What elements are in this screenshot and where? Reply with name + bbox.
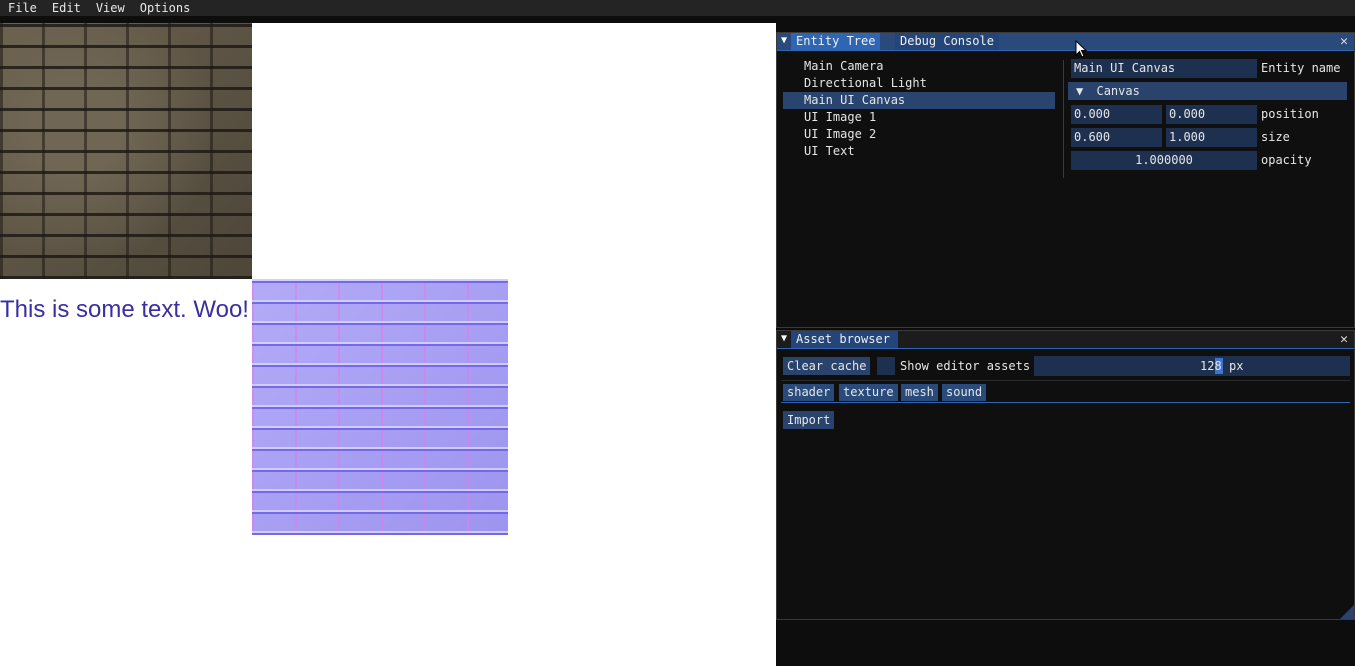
entity-name-field[interactable]: Main UI Canvas (1071, 59, 1257, 78)
collapse-arrow-icon[interactable]: ▼ (781, 35, 787, 46)
tab-texture[interactable]: texture (839, 384, 898, 401)
panel-divider[interactable] (1063, 60, 1064, 178)
entity-tree-panel: ▼ Entity Tree Debug Console ✕ Main Camer… (776, 32, 1355, 328)
close-icon[interactable]: ✕ (1340, 33, 1348, 50)
entity-tree: Main Camera Directional Light Main UI Ca… (783, 58, 1055, 160)
position-label: position (1261, 107, 1319, 121)
menu-view[interactable]: View (88, 0, 132, 16)
menu-edit[interactable]: Edit (44, 0, 88, 16)
opacity-field[interactable]: 1.000000 (1071, 151, 1257, 170)
entity-panel-titlebar[interactable]: ▼ Entity Tree Debug Console ✕ (777, 33, 1354, 51)
scene-viewport[interactable]: This is some text. Woo! (0, 23, 776, 666)
tab-entity-tree[interactable]: Entity Tree (791, 33, 881, 50)
menu-file[interactable]: File (0, 0, 44, 16)
clear-cache-button[interactable]: Clear cache (783, 357, 871, 375)
tree-item-main-ui-canvas[interactable]: Main UI Canvas (783, 92, 1055, 109)
show-editor-assets-checkbox[interactable] (877, 357, 895, 375)
asset-browser-panel: ▼ Asset browser ✕ Clear cache Show edito… (776, 330, 1355, 620)
ui-text: This is some text. Woo! (0, 296, 249, 323)
separator (781, 380, 1350, 381)
tab-debug-console[interactable]: Debug Console (895, 33, 999, 50)
tab-underline (781, 402, 1350, 403)
ui-image-stone-texture (0, 23, 252, 279)
tab-asset-browser[interactable]: Asset browser (791, 331, 898, 348)
thumbnail-size-unit: px (1229, 359, 1244, 373)
size-x-field[interactable]: 0.600 (1071, 128, 1162, 147)
tab-shader[interactable]: shader (783, 384, 835, 401)
tab-mesh[interactable]: mesh (901, 384, 938, 401)
tab-sound[interactable]: sound (942, 384, 987, 401)
triangle-down-icon: ▼ (1076, 84, 1084, 98)
position-y-field[interactable]: 0.000 (1166, 105, 1257, 124)
import-button[interactable]: Import (783, 411, 835, 429)
thumbnail-size-value: 128 (1200, 359, 1222, 373)
tree-item-ui-text[interactable]: UI Text (783, 143, 1055, 160)
canvas-section-header[interactable]: ▼ Canvas (1068, 82, 1347, 100)
size-label: size (1261, 130, 1290, 144)
menu-options[interactable]: Options (132, 0, 198, 16)
asset-panel-titlebar[interactable]: ▼ Asset browser ✕ (777, 331, 1354, 349)
close-icon[interactable]: ✕ (1340, 331, 1348, 348)
menu-bar: File Edit View Options (0, 0, 1355, 16)
resize-grip[interactable] (1340, 605, 1354, 619)
tree-item-ui-image-1[interactable]: UI Image 1 (783, 109, 1055, 126)
mouse-cursor-icon (1075, 40, 1087, 58)
canvas-section-label: Canvas (1096, 84, 1140, 98)
thumbnail-size-slider[interactable]: 128 px (1034, 356, 1350, 376)
tree-item-directional-light[interactable]: Directional Light (783, 75, 1055, 92)
ui-image-normal-map (252, 279, 508, 535)
tree-item-ui-image-2[interactable]: UI Image 2 (783, 126, 1055, 143)
position-x-field[interactable]: 0.000 (1071, 105, 1162, 124)
collapse-arrow-icon[interactable]: ▼ (781, 333, 787, 344)
tree-item-main-camera[interactable]: Main Camera (783, 58, 1055, 75)
entity-name-label: Entity name (1261, 61, 1341, 75)
size-y-field[interactable]: 1.000 (1166, 128, 1257, 147)
opacity-label: opacity (1261, 153, 1312, 167)
show-editor-assets-label: Show editor assets (900, 359, 1031, 373)
